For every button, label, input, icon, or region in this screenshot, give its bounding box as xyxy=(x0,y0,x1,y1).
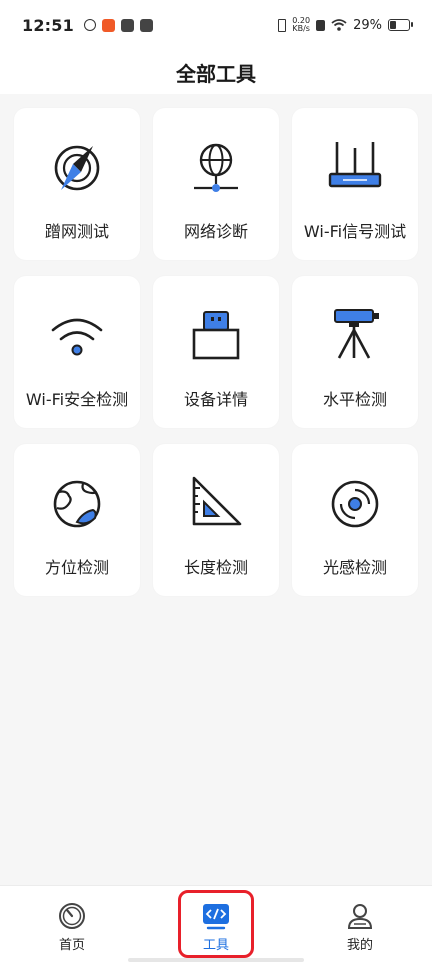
tool-label: Wi-Fi安全检测 xyxy=(25,390,129,409)
status-left: 12:51 xyxy=(22,16,153,35)
globe-icon xyxy=(53,480,101,528)
tab-label: 我的 xyxy=(346,938,373,953)
status-time: 12:51 xyxy=(22,15,74,35)
net-speed-unit: KB/s xyxy=(292,24,310,33)
tool-label: 长度检测 xyxy=(183,558,248,577)
tool-label: Wi-Fi信号测试 xyxy=(303,222,407,241)
mail-icon xyxy=(120,18,134,32)
tool-card-length-check[interactable]: 长度检测 xyxy=(153,444,279,596)
tool-card-device-details[interactable]: 设备详情 xyxy=(153,276,279,428)
tool-label: 设备详情 xyxy=(183,390,248,409)
tool-label: 方位检测 xyxy=(44,558,109,577)
app-notification-icon xyxy=(101,18,115,32)
wifi-status-icon xyxy=(331,19,347,31)
router-icon xyxy=(328,142,382,188)
page-header: 全部工具 xyxy=(0,50,432,94)
battery-percent: 29% xyxy=(353,17,382,33)
level-tripod-icon xyxy=(334,309,379,359)
battery-icon xyxy=(388,19,413,31)
tool-card-light-sensor-check[interactable]: 光感检测 xyxy=(292,444,418,596)
status-bar: 12:51 0.20 KB/s 29% xyxy=(0,0,432,50)
user-icon xyxy=(347,904,373,929)
tool-label: 水平检测 xyxy=(322,390,387,409)
sync-icon xyxy=(83,19,96,31)
net-speed: 0.20 KB/s xyxy=(292,17,310,33)
page-title: 全部工具 xyxy=(176,61,256,86)
tool-card-wifi-signal-test[interactable]: Wi-Fi信号测试 xyxy=(292,108,418,260)
vibrate-icon xyxy=(278,18,287,32)
device-icon xyxy=(192,311,240,360)
tool-label: 蹭网测试 xyxy=(44,222,109,241)
compass-icon xyxy=(54,145,100,191)
speedometer-icon xyxy=(59,903,85,929)
sim-off-icon xyxy=(316,19,326,31)
home-indicator[interactable] xyxy=(128,958,304,962)
highlight-box xyxy=(178,890,254,958)
message-icon xyxy=(139,18,153,32)
light-sensor-icon xyxy=(331,480,379,528)
tab-home[interactable]: 首页 xyxy=(32,900,112,956)
ruler-icon xyxy=(192,476,242,526)
tool-card-direction-check[interactable]: 方位检测 xyxy=(14,444,140,596)
tool-label: 光感检测 xyxy=(322,558,387,577)
tool-card-wifi-leech-test[interactable]: 蹭网测试 xyxy=(14,108,140,260)
tab-label: 首页 xyxy=(58,938,85,953)
wifi-icon xyxy=(51,318,103,356)
tool-label: 网络诊断 xyxy=(183,222,248,241)
tool-card-wifi-security-check[interactable]: Wi-Fi安全检测 xyxy=(14,276,140,428)
tool-card-level-check[interactable]: 水平检测 xyxy=(292,276,418,428)
tab-profile[interactable]: 我的 xyxy=(320,900,400,956)
globe-network-icon xyxy=(194,143,238,192)
tool-card-network-diagnosis[interactable]: 网络诊断 xyxy=(153,108,279,260)
status-right: 0.20 KB/s 29% xyxy=(278,17,413,33)
